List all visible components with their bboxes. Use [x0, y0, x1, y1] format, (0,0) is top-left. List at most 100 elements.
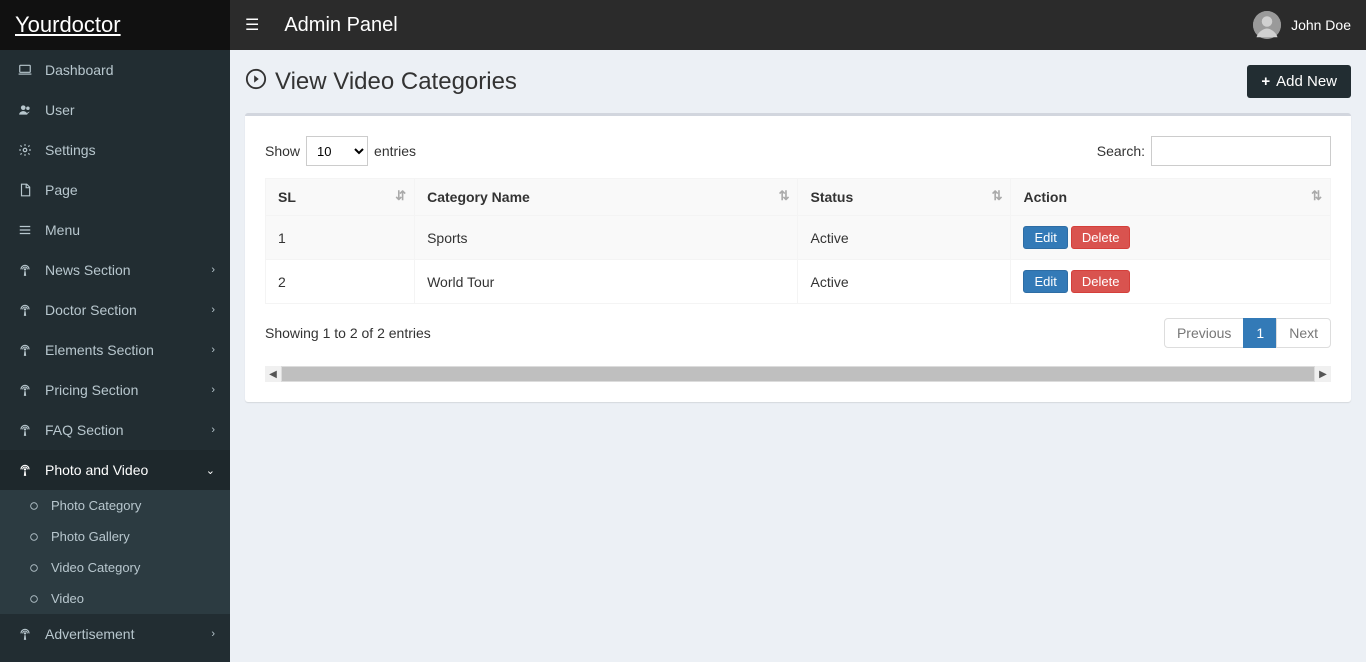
- sidebar-item-label: Doctor Section: [45, 302, 137, 318]
- sidebar-item-pricing-section[interactable]: Pricing Section›: [0, 370, 230, 410]
- podcast-icon: [15, 627, 35, 641]
- sidebar-item-settings[interactable]: Settings: [0, 130, 230, 170]
- podcast-icon: [15, 303, 35, 317]
- pagination-page-1[interactable]: 1: [1243, 318, 1277, 348]
- sidebar: Dashboard UserSettings Page Menu News Sectio…: [0, 50, 230, 662]
- cell-action: EditDelete: [1011, 260, 1331, 304]
- sidebar-subitem-label: Photo Gallery: [51, 529, 130, 544]
- col-action: Action ⇅: [1011, 179, 1331, 216]
- datatable-info: Showing 1 to 2 of 2 entries: [265, 325, 431, 341]
- main-header: Yourdoctor ☰ Admin Panel John Doe: [0, 0, 1366, 50]
- podcast-icon: [15, 423, 35, 437]
- scroll-right-icon[interactable]: ▶: [1315, 366, 1331, 382]
- col-category-name[interactable]: Category Name ⇅: [415, 179, 798, 216]
- sidebar-item-label: Photo and Video: [45, 462, 148, 478]
- chevron-right-icon: ›: [211, 628, 215, 640]
- sidebar-item-advertisement[interactable]: Advertisement›: [0, 614, 230, 654]
- chevron-right-icon: ›: [211, 264, 215, 276]
- length-entries-label: entries: [374, 143, 416, 159]
- length-select[interactable]: 102550100: [306, 136, 368, 166]
- podcast-icon: [15, 383, 35, 397]
- sort-icon: ⇅: [779, 189, 790, 202]
- sidebar-subitem-label: Video: [51, 591, 84, 606]
- sidebar-item-menu[interactable]: Menu: [0, 210, 230, 250]
- cell-sl: 1: [266, 216, 415, 260]
- circle-icon: [25, 532, 43, 542]
- chevron-right-icon: ›: [211, 384, 215, 396]
- sort-icon: ⇅: [1311, 189, 1322, 202]
- sidebar-item-user[interactable]: User: [0, 90, 230, 130]
- user-menu[interactable]: John Doe: [1253, 11, 1351, 39]
- sidebar-item-label: Page: [45, 182, 78, 198]
- scroll-track[interactable]: [282, 367, 1314, 381]
- chevron-right-icon: ›: [211, 424, 215, 436]
- sidebar-subitem-video[interactable]: Video: [0, 583, 230, 614]
- search-input[interactable]: [1151, 136, 1331, 166]
- laptop-icon: [15, 63, 35, 77]
- sidebar-item-label: FAQ Section: [45, 422, 124, 438]
- pagination: Previous 1 Next: [1165, 318, 1331, 348]
- sidebar-item-label: Elements Section: [45, 342, 154, 358]
- circle-icon: [25, 594, 43, 604]
- content-body: Show 102550100 entries Search: SL ⇵: [230, 113, 1366, 417]
- add-new-button[interactable]: + Add New: [1247, 65, 1351, 98]
- sidebar-item-label: Menu: [45, 222, 80, 238]
- brand-logo[interactable]: Yourdoctor: [0, 0, 230, 50]
- cell-category-name: Sports: [415, 216, 798, 260]
- podcast-icon: [15, 463, 35, 477]
- file-icon: [15, 183, 35, 197]
- sidebar-subitem-photo-gallery[interactable]: Photo Gallery: [0, 521, 230, 552]
- cell-status: Active: [798, 216, 1011, 260]
- delete-button[interactable]: Delete: [1071, 270, 1131, 293]
- delete-button[interactable]: Delete: [1071, 226, 1131, 249]
- plus-icon: +: [1261, 73, 1270, 90]
- cog-icon: [15, 143, 35, 157]
- sidebar-item-faq-section[interactable]: FAQ Section ›: [0, 410, 230, 450]
- page-title: View Video Categories: [245, 68, 517, 96]
- col-status[interactable]: Status ⇅: [798, 179, 1011, 216]
- datatable-bottom: Showing 1 to 2 of 2 entries Previous 1 N…: [265, 318, 1331, 348]
- sidebar-item-label: Dashboard: [45, 62, 114, 78]
- sidebar-subitem-photo-category[interactable]: Photo Category: [0, 490, 230, 521]
- pagination-next[interactable]: Next: [1276, 318, 1331, 348]
- edit-button[interactable]: Edit: [1023, 226, 1067, 249]
- users-icon: [15, 103, 35, 117]
- chevron-right-icon: ›: [211, 304, 215, 316]
- sidebar-item-news-section[interactable]: News Section›: [0, 250, 230, 290]
- panel-title: Admin Panel: [284, 14, 397, 37]
- sidebar-menu: Dashboard UserSettings Page Menu News Sectio…: [0, 50, 230, 654]
- sidebar-item-photo-and-video[interactable]: Photo and Video ⌄: [0, 450, 230, 490]
- sidebar-item-elements-section[interactable]: Elements Section ›: [0, 330, 230, 370]
- table-header-row: SL ⇵ Category Name ⇅ Status ⇅ Action: [266, 179, 1331, 216]
- datatable-top: Show 102550100 entries Search:: [265, 136, 1331, 166]
- sidebar-subitem-video-category[interactable]: Video Category: [0, 552, 230, 583]
- sidebar-item-doctor-section[interactable]: Doctor Section ›: [0, 290, 230, 330]
- brand-text: Yourdoctor: [15, 12, 121, 38]
- sidebar-item-page[interactable]: Page: [0, 170, 230, 210]
- sort-asc-icon: ⇵: [395, 189, 406, 202]
- panel-box: Show 102550100 entries Search: SL ⇵: [245, 113, 1351, 402]
- chevron-down-icon: ⌄: [206, 464, 215, 477]
- pagination-previous[interactable]: Previous: [1164, 318, 1244, 348]
- chevron-right-icon: ›: [211, 344, 215, 356]
- content-wrapper: View Video Categories + Add New Show 102…: [230, 50, 1366, 662]
- circle-icon: [25, 501, 43, 511]
- length-control: Show 102550100 entries: [265, 136, 416, 166]
- table-row: 1SportsActiveEditDelete: [266, 216, 1331, 260]
- sidebar-item-dashboard[interactable]: Dashboard: [0, 50, 230, 90]
- circle-icon: [25, 563, 43, 573]
- page-title-text: View Video Categories: [275, 68, 517, 96]
- scroll-left-icon[interactable]: ◀: [265, 366, 281, 382]
- cell-action: EditDelete: [1011, 216, 1331, 260]
- col-sl[interactable]: SL ⇵: [266, 179, 415, 216]
- search-label: Search:: [1097, 143, 1145, 159]
- categories-table: SL ⇵ Category Name ⇅ Status ⇅ Action: [265, 178, 1331, 304]
- sidebar-subitem-label: Video Category: [51, 560, 140, 575]
- cell-sl: 2: [266, 260, 415, 304]
- podcast-icon: [15, 343, 35, 357]
- sidebar-toggle-icon[interactable]: ☰: [245, 15, 259, 35]
- arrow-circle-right-icon: [245, 68, 267, 96]
- content-header: View Video Categories + Add New: [230, 50, 1366, 113]
- edit-button[interactable]: Edit: [1023, 270, 1067, 293]
- horizontal-scrollbar[interactable]: ◀ ▶: [265, 366, 1331, 382]
